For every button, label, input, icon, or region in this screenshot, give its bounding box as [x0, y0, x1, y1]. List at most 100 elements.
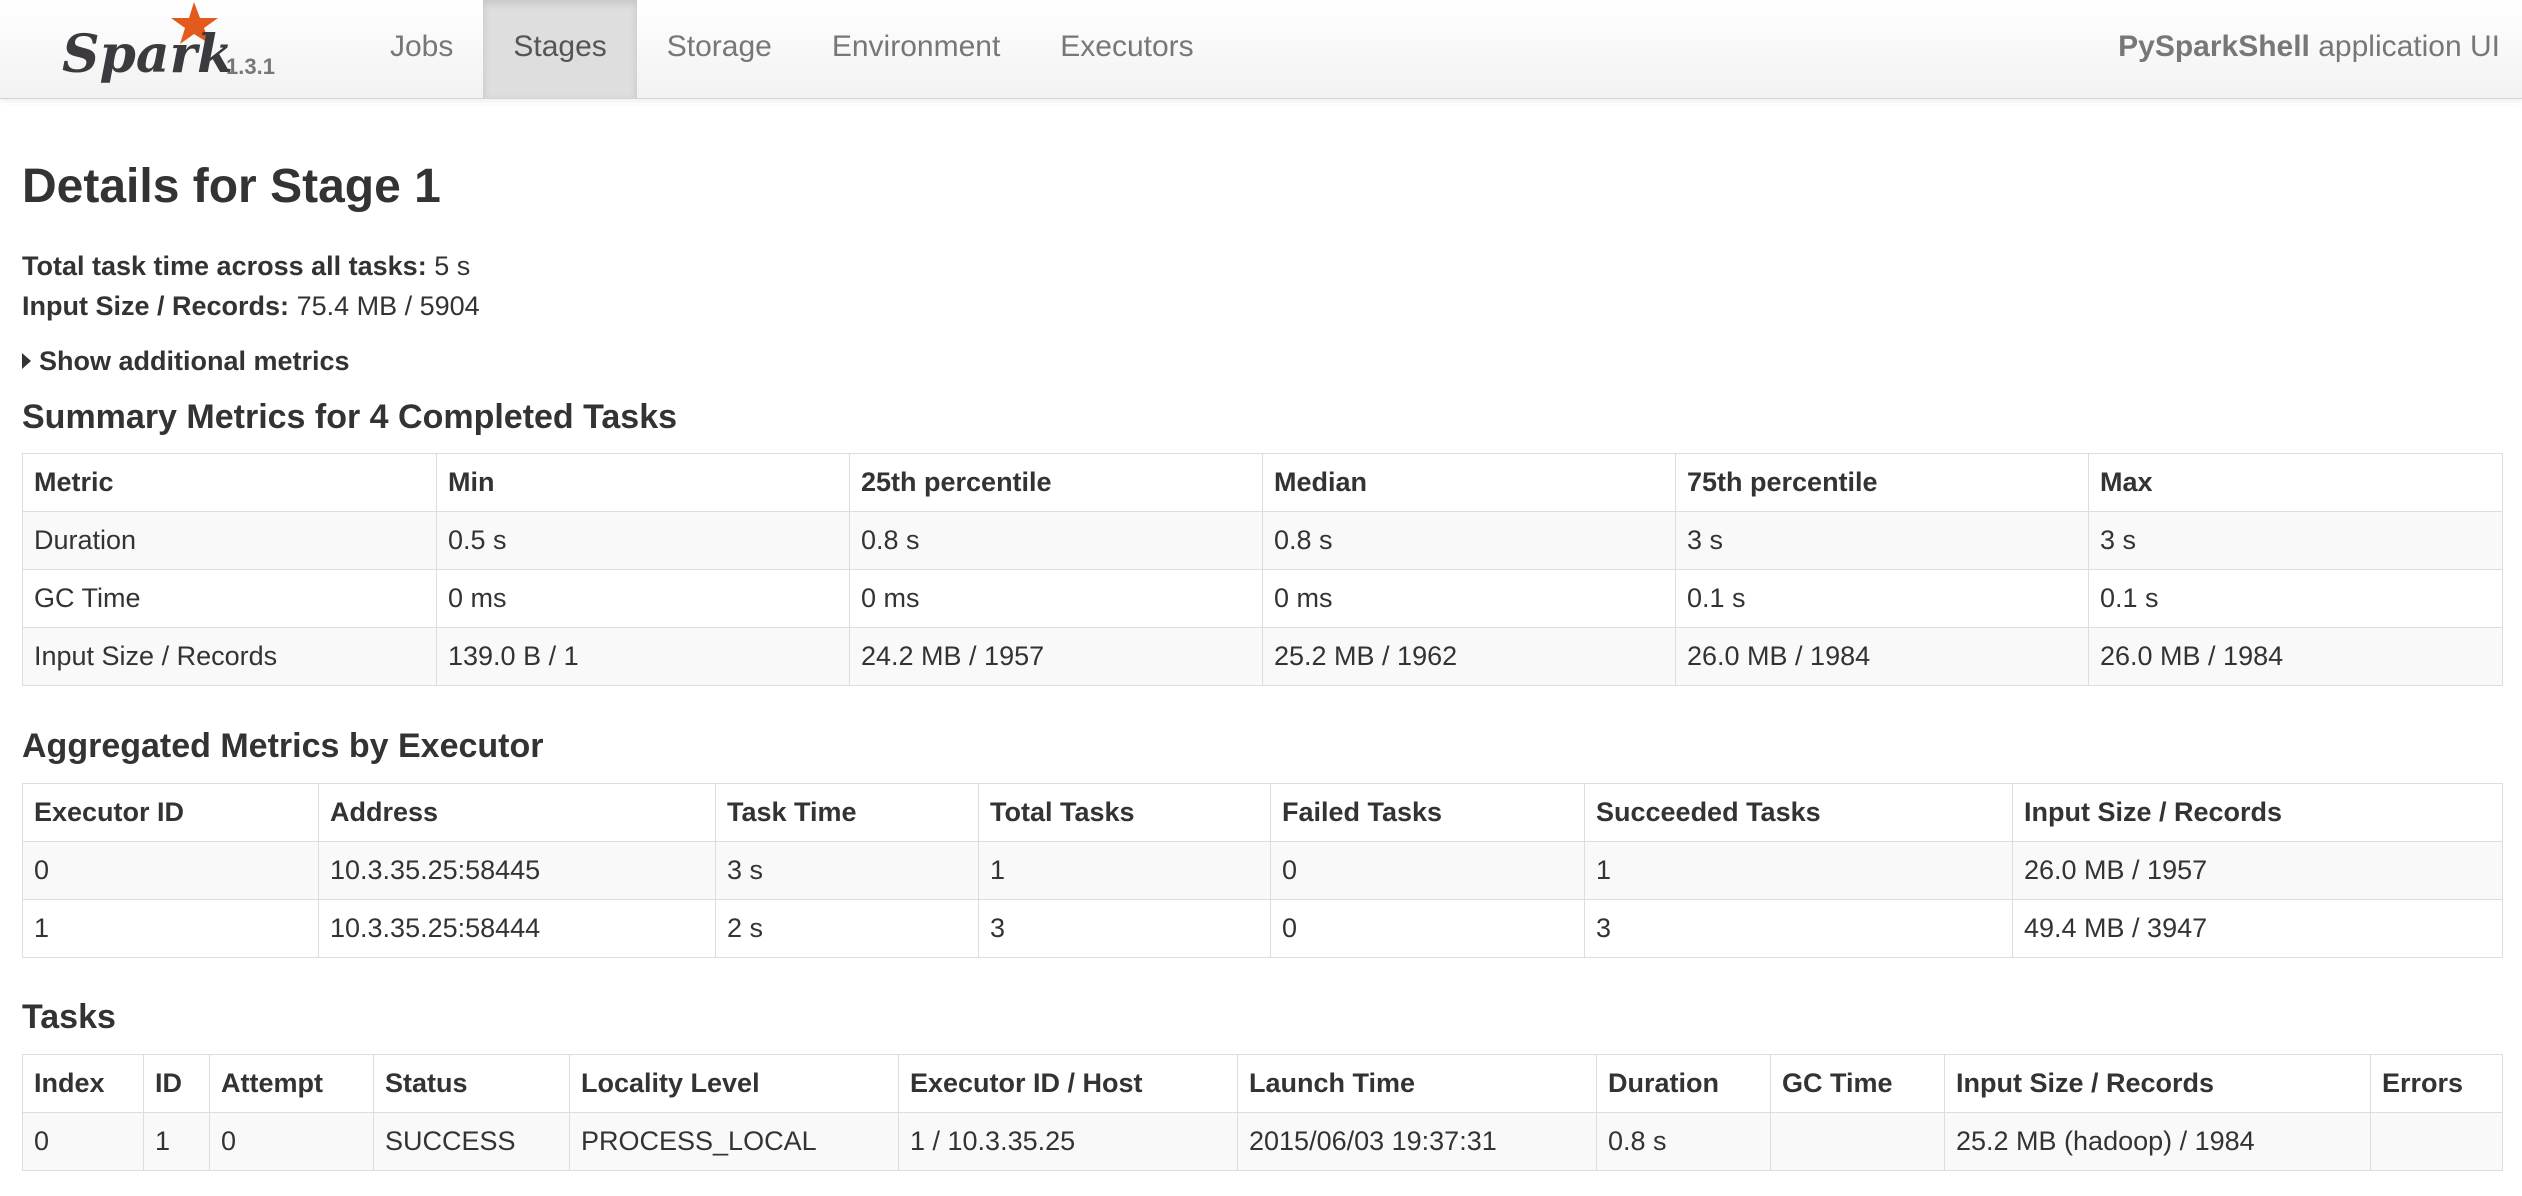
- column-header[interactable]: Executor ID: [22, 783, 319, 842]
- input-size-line: Input Size / Records: 75.4 MB / 5904: [22, 286, 2500, 326]
- nav-tab-jobs[interactable]: Jobs: [360, 0, 483, 98]
- app-title-suffix: application UI: [2309, 30, 2500, 63]
- table-cell: 1: [978, 841, 1271, 900]
- column-header[interactable]: Address: [318, 783, 716, 842]
- spark-star-icon: Spark: [62, 2, 233, 85]
- table-cell: Duration: [22, 511, 437, 570]
- tasks-table: Index ID Attempt Status Locality Level E…: [22, 1054, 2503, 1171]
- app-name: PySparkShell: [2118, 30, 2310, 63]
- column-header[interactable]: Index: [22, 1054, 144, 1113]
- total-task-time-line: Total task time across all tasks: 5 s: [22, 246, 2500, 286]
- table-cell: 26.0 MB / 1984: [1675, 627, 2089, 686]
- table-cell: 25.2 MB / 1962: [1262, 627, 1676, 686]
- table-cell: 0 ms: [436, 569, 850, 628]
- column-header[interactable]: Errors: [2370, 1054, 2503, 1113]
- nav-tab-stages[interactable]: Stages: [483, 0, 637, 98]
- table-cell: 26.0 MB / 1957: [2012, 841, 2503, 900]
- column-header[interactable]: Input Size / Records: [2012, 783, 2503, 842]
- table-row: Input Size / Records 139.0 B / 1 24.2 MB…: [22, 627, 2503, 686]
- column-header[interactable]: 25th percentile: [849, 453, 1263, 512]
- column-header[interactable]: Launch Time: [1237, 1054, 1597, 1113]
- version-label: 1.3.1: [226, 54, 275, 79]
- table-cell: 49.4 MB / 3947: [2012, 899, 2503, 958]
- column-header[interactable]: Executor ID / Host: [898, 1054, 1238, 1113]
- stage-summary: Total task time across all tasks: 5 s In…: [22, 246, 2500, 326]
- table-header-row: Index ID Attempt Status Locality Level E…: [22, 1054, 2503, 1113]
- nav-tab-storage[interactable]: Storage: [637, 0, 802, 98]
- table-cell: 10.3.35.25:58444: [318, 899, 716, 958]
- column-header[interactable]: Min: [436, 453, 850, 512]
- table-cell: 25.2 MB (hadoop) / 1984: [1944, 1112, 2371, 1171]
- table-cell: 0.8 s: [849, 511, 1263, 570]
- table-cell: 1: [143, 1112, 210, 1171]
- table-row: 1 10.3.35.25:58444 2 s 3 0 3 49.4 MB / 3…: [22, 899, 2503, 958]
- column-header[interactable]: Attempt: [209, 1054, 374, 1113]
- table-cell: PROCESS_LOCAL: [569, 1112, 899, 1171]
- table-row: Duration 0.5 s 0.8 s 0.8 s 3 s 3 s: [22, 511, 2503, 570]
- column-header[interactable]: Succeeded Tasks: [1584, 783, 2013, 842]
- table-row: 0 10.3.35.25:58445 3 s 1 0 1 26.0 MB / 1…: [22, 841, 2503, 900]
- table-cell: GC Time: [22, 569, 437, 628]
- table-cell: 2015/06/03 19:37:31: [1237, 1112, 1597, 1171]
- column-header[interactable]: Max: [2088, 453, 2503, 512]
- table-cell: [1770, 1112, 1945, 1171]
- app-title: PySparkShell application UI: [2118, 0, 2500, 98]
- show-additional-metrics-label: Show additional metrics: [39, 346, 350, 376]
- table-cell: 0: [22, 841, 319, 900]
- summary-metrics-title: Summary Metrics for 4 Completed Tasks: [22, 398, 678, 436]
- column-header[interactable]: Total Tasks: [978, 783, 1271, 842]
- input-size-value: 75.4 MB / 5904: [296, 291, 480, 321]
- column-header[interactable]: Median: [1262, 453, 1676, 512]
- main-nav: Jobs Stages Storage Environment Executor…: [360, 0, 1224, 98]
- column-header[interactable]: Duration: [1596, 1054, 1771, 1113]
- table-cell: 3 s: [715, 841, 979, 900]
- table-cell: Input Size / Records: [22, 627, 437, 686]
- nav-tab-environment[interactable]: Environment: [802, 0, 1030, 98]
- executor-metrics-title: Aggregated Metrics by Executor: [22, 727, 544, 765]
- table-row: GC Time 0 ms 0 ms 0 ms 0.1 s 0.1 s: [22, 569, 2503, 628]
- column-header[interactable]: Status: [373, 1054, 570, 1113]
- table-cell: 0.8 s: [1596, 1112, 1771, 1171]
- column-header[interactable]: Input Size / Records: [1944, 1054, 2371, 1113]
- table-cell: 2 s: [715, 899, 979, 958]
- table-header-row: Executor ID Address Task Time Total Task…: [22, 783, 2503, 842]
- total-task-time-value: 5 s: [434, 251, 471, 281]
- table-cell: 24.2 MB / 1957: [849, 627, 1263, 686]
- table-cell: 10.3.35.25:58445: [318, 841, 716, 900]
- column-header[interactable]: 75th percentile: [1675, 453, 2089, 512]
- table-cell: 0 ms: [1262, 569, 1676, 628]
- executor-metrics-table: Executor ID Address Task Time Total Task…: [22, 783, 2503, 958]
- table-cell: 1 / 10.3.35.25: [898, 1112, 1238, 1171]
- table-cell: 139.0 B / 1: [436, 627, 850, 686]
- page-title: Details for Stage 1: [22, 160, 441, 213]
- table-cell: 0.1 s: [1675, 569, 2089, 628]
- column-header[interactable]: GC Time: [1770, 1054, 1945, 1113]
- total-task-time-label: Total task time across all tasks:: [22, 251, 427, 281]
- top-navbar: Spark 1.3.1 Jobs Stages Storage Environm…: [0, 0, 2522, 99]
- table-header-row: Metric Min 25th percentile Median 75th p…: [22, 453, 2503, 512]
- show-additional-metrics-toggle[interactable]: Show additional metrics: [22, 342, 2500, 380]
- table-cell: 0 ms: [849, 569, 1263, 628]
- tasks-title: Tasks: [22, 998, 116, 1036]
- column-header[interactable]: Locality Level: [569, 1054, 899, 1113]
- table-cell: 26.0 MB / 1984: [2088, 627, 2503, 686]
- table-cell: 0: [209, 1112, 374, 1171]
- column-header[interactable]: Failed Tasks: [1270, 783, 1585, 842]
- table-row: 0 1 0 SUCCESS PROCESS_LOCAL 1 / 10.3.35.…: [22, 1112, 2503, 1171]
- nav-tab-executors[interactable]: Executors: [1030, 0, 1223, 98]
- table-cell: 3: [1584, 899, 2013, 958]
- column-header[interactable]: Metric: [22, 453, 437, 512]
- table-cell: 0.5 s: [436, 511, 850, 570]
- caret-right-icon: [22, 353, 31, 369]
- table-cell: 0: [22, 1112, 144, 1171]
- column-header[interactable]: ID: [143, 1054, 210, 1113]
- table-cell: 3 s: [1675, 511, 2089, 570]
- table-cell: 1: [22, 899, 319, 958]
- table-cell: 0.1 s: [2088, 569, 2503, 628]
- table-cell: 0: [1270, 899, 1585, 958]
- spark-logo[interactable]: Spark 1.3.1: [56, 0, 296, 98]
- table-cell: 0.8 s: [1262, 511, 1676, 570]
- table-cell: [2370, 1112, 2503, 1171]
- column-header[interactable]: Task Time: [715, 783, 979, 842]
- main-content: Details for Stage 1 Total task time acro…: [22, 98, 2503, 1171]
